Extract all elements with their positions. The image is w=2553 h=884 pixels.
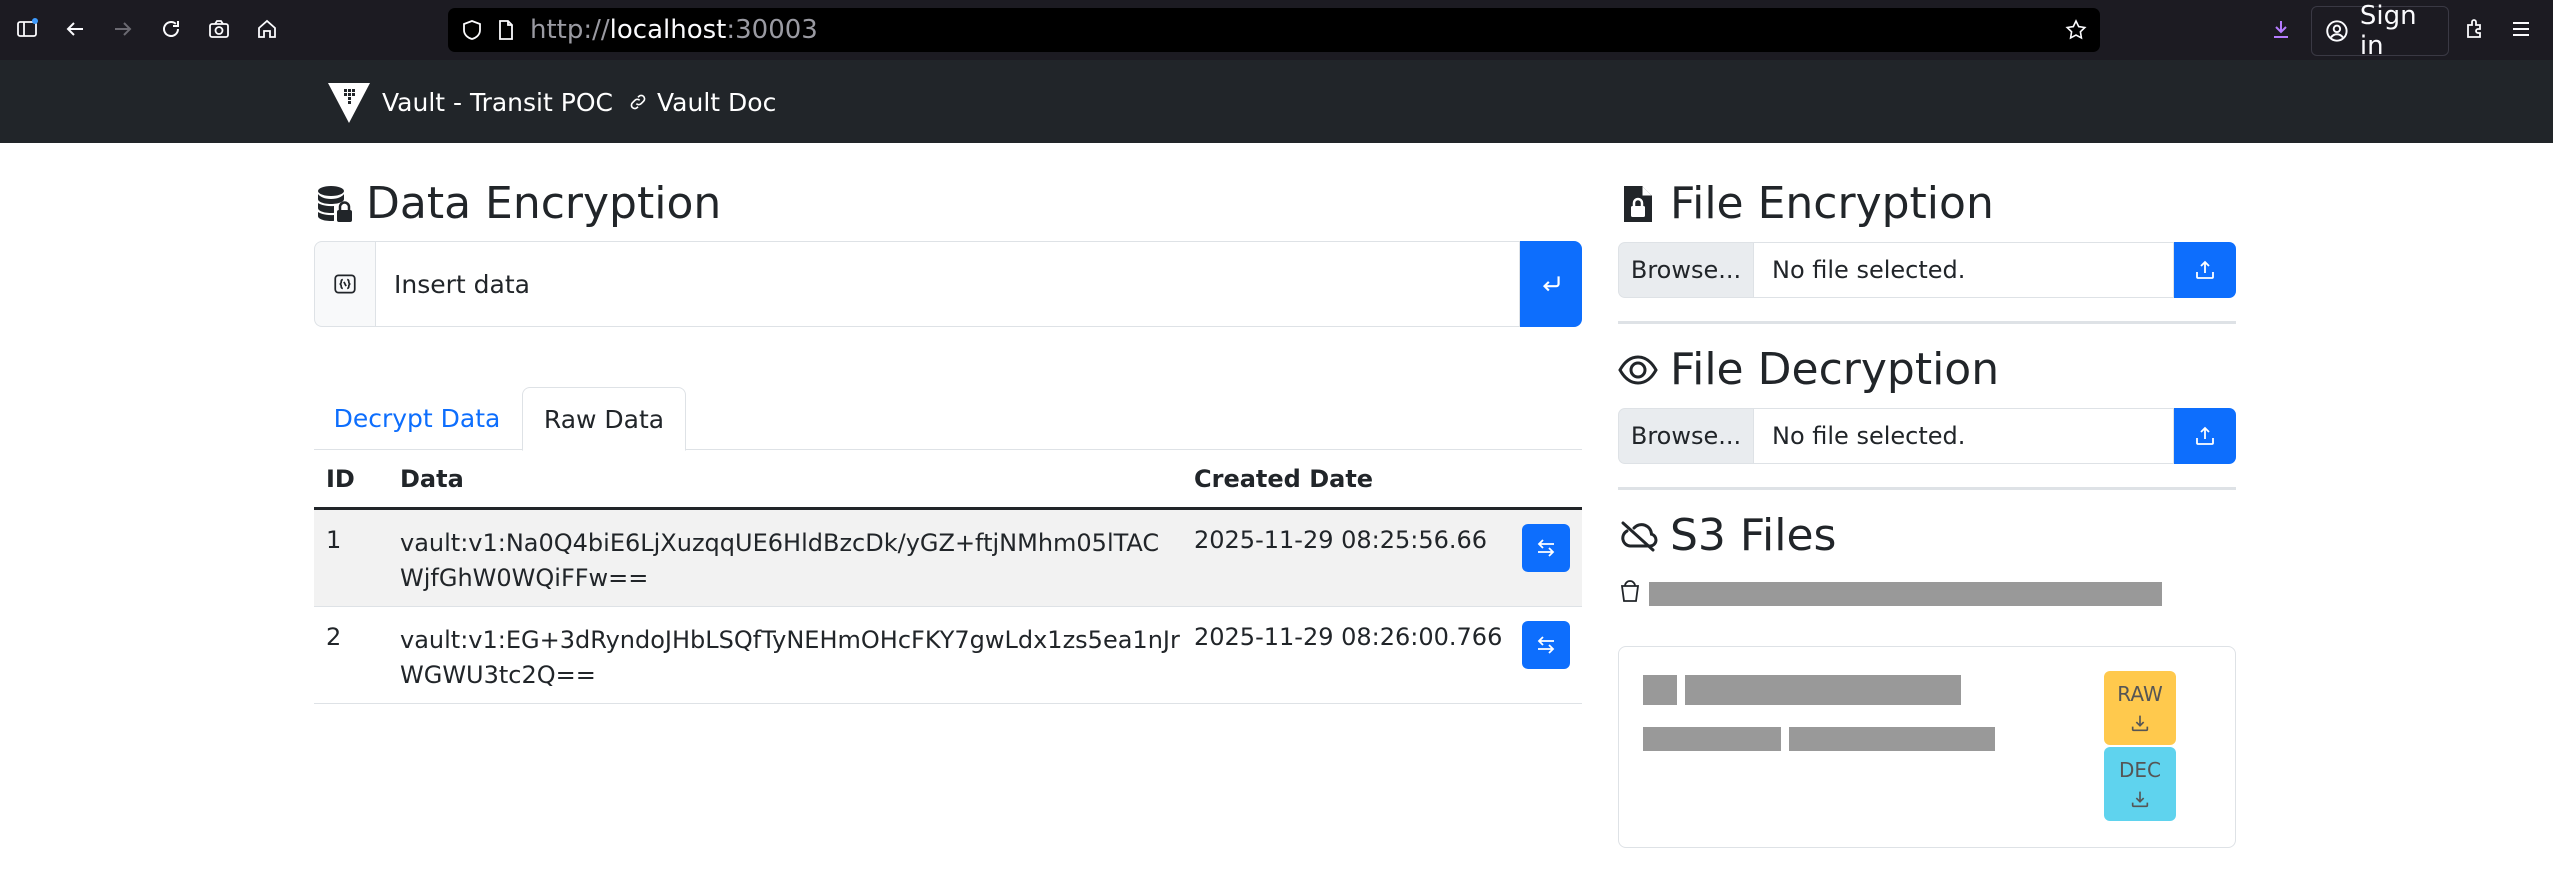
extensions-icon[interactable] <box>2460 14 2490 44</box>
redacted-bucket-name <box>1649 582 2162 606</box>
account-icon <box>2326 20 2348 42</box>
table-header: ID Data Created Date <box>314 451 1582 510</box>
menu-icon[interactable] <box>2506 14 2536 44</box>
bucket-icon <box>1620 580 1640 602</box>
brand-label: Vault - Transit POC <box>382 87 613 117</box>
url-host: localhost <box>609 15 727 45</box>
forward-icon[interactable] <box>108 14 138 44</box>
upload-icon <box>2196 260 2214 279</box>
app-navbar: Vault - Transit POC Vault Doc <box>0 60 2553 143</box>
database-lock-icon <box>318 185 352 222</box>
download-dec-label: DEC <box>2118 758 2161 782</box>
encrypt-file-input-group: Browse... No file selected. <box>1618 242 2236 298</box>
data-input-group: Insert data <box>314 241 1582 327</box>
eye-icon <box>1618 354 1658 385</box>
vault-logo-icon <box>328 83 370 123</box>
data-tabs: Decrypt Data Raw Data <box>314 387 1582 451</box>
vault-doc-label: Vault Doc <box>657 87 777 117</box>
url-text[interactable]: http://localhost:30003 <box>530 8 818 52</box>
s3-file-card: RAW DEC <box>1618 646 2236 848</box>
url-port: :30003 <box>726 15 818 45</box>
upload-icon <box>2196 426 2214 445</box>
download-icon <box>2131 715 2149 732</box>
shield-icon[interactable] <box>460 18 484 42</box>
divider <box>1618 321 2236 324</box>
encrypt-browse-button[interactable]: Browse... <box>1618 242 1754 298</box>
download-decrypted-button[interactable]: DEC <box>2104 747 2176 821</box>
data-encryption-title: Data Encryption <box>366 178 722 229</box>
decrypt-file-name[interactable]: No file selected. <box>1754 408 2174 464</box>
braces-icon <box>334 274 356 294</box>
decrypt-upload-button[interactable] <box>2174 408 2236 464</box>
data-input[interactable]: Insert data <box>375 241 1520 327</box>
row-data: vault:v1:EG+3dRyndoJHbLSQfTyNEHmOHcFKY7g… <box>400 626 1180 689</box>
download-raw-button[interactable]: RAW <box>2104 671 2176 745</box>
url-bar[interactable]: http://localhost:30003 <box>448 8 2100 52</box>
url-prefix: http:// <box>530 15 610 45</box>
encrypt-upload-button[interactable] <box>2174 242 2236 298</box>
raw-data-table: ID Data Created Date 1 vault:v1:Na0Q4biE… <box>314 451 1582 704</box>
sign-in-button[interactable]: Sign in <box>2311 1 2449 61</box>
table-row: 2 vault:v1:EG+3dRyndoJHbLSQfTyNEHmOHcFKY… <box>314 607 1582 704</box>
row-id: 1 <box>326 526 342 554</box>
s3-files-heading: S3 Files <box>1618 510 1836 561</box>
download-raw-label: RAW <box>2117 682 2163 706</box>
home-icon[interactable] <box>252 14 282 44</box>
redacted-file-meta <box>1643 727 1781 751</box>
page-icon[interactable] <box>494 18 518 42</box>
enter-icon <box>1542 276 1560 292</box>
file-encryption-heading: File Encryption <box>1618 178 1994 229</box>
cloud-slash-icon <box>1621 521 1658 551</box>
row-data: vault:v1:Na0Q4biE6LjXuzqqUE6HldBzcDk/yGZ… <box>400 529 1160 592</box>
swap-arrows-icon <box>1537 636 1555 654</box>
back-icon[interactable] <box>60 14 90 44</box>
row-created-date: 2025-11-29 08:25:56.66 <box>1194 526 1488 554</box>
redacted-file-name <box>1685 675 1961 705</box>
divider <box>1618 487 2236 490</box>
file-decryption-title: File Decryption <box>1670 344 2000 395</box>
reload-icon[interactable] <box>156 14 186 44</box>
tab-raw-data[interactable]: Raw Data <box>522 387 686 451</box>
file-encryption-title: File Encryption <box>1670 178 1994 229</box>
vault-doc-link[interactable]: Vault Doc <box>628 78 776 126</box>
row-created-date: 2025-11-29 08:26:00.766 <box>1194 623 1503 651</box>
swap-arrows-icon <box>1537 539 1555 557</box>
header-data: Data <box>400 465 464 493</box>
sign-in-label: Sign in <box>2359 1 2417 61</box>
downloads-icon[interactable] <box>2266 14 2296 44</box>
decrypt-row-button[interactable] <box>1522 524 1570 572</box>
bookmark-star-icon[interactable] <box>2064 18 2088 42</box>
header-id: ID <box>326 465 355 493</box>
download-icon <box>2131 791 2149 808</box>
decrypt-browse-button[interactable]: Browse... <box>1618 408 1754 464</box>
input-addon <box>314 241 375 327</box>
decrypt-row-button[interactable] <box>1522 621 1570 669</box>
link-icon <box>630 94 646 110</box>
header-created-date: Created Date <box>1194 465 1374 493</box>
file-decryption-heading: File Decryption <box>1618 344 1999 395</box>
decrypt-file-input-group: Browse... No file selected. <box>1618 408 2236 464</box>
table-row: 1 vault:v1:Na0Q4biE6LjXuzqqUE6HldBzcDk/y… <box>314 510 1582 607</box>
row-id: 2 <box>326 623 342 651</box>
browser-toolbar: http://localhost:30003 Sign in <box>0 0 2553 61</box>
encrypt-file-name[interactable]: No file selected. <box>1754 242 2174 298</box>
data-encryption-heading: Data Encryption <box>314 178 721 229</box>
redacted-file-date <box>1789 727 1995 751</box>
screenshot-icon[interactable] <box>204 14 234 44</box>
tab-decrypt-data[interactable]: Decrypt Data <box>314 387 520 449</box>
sidebar-icon[interactable] <box>12 14 42 44</box>
brand-link[interactable]: Vault - Transit POC <box>326 78 613 126</box>
s3-files-title: S3 Files <box>1670 510 1837 561</box>
redacted-file-icon <box>1643 675 1677 705</box>
file-lock-icon <box>1624 185 1652 222</box>
submit-data-button[interactable] <box>1520 241 1582 327</box>
